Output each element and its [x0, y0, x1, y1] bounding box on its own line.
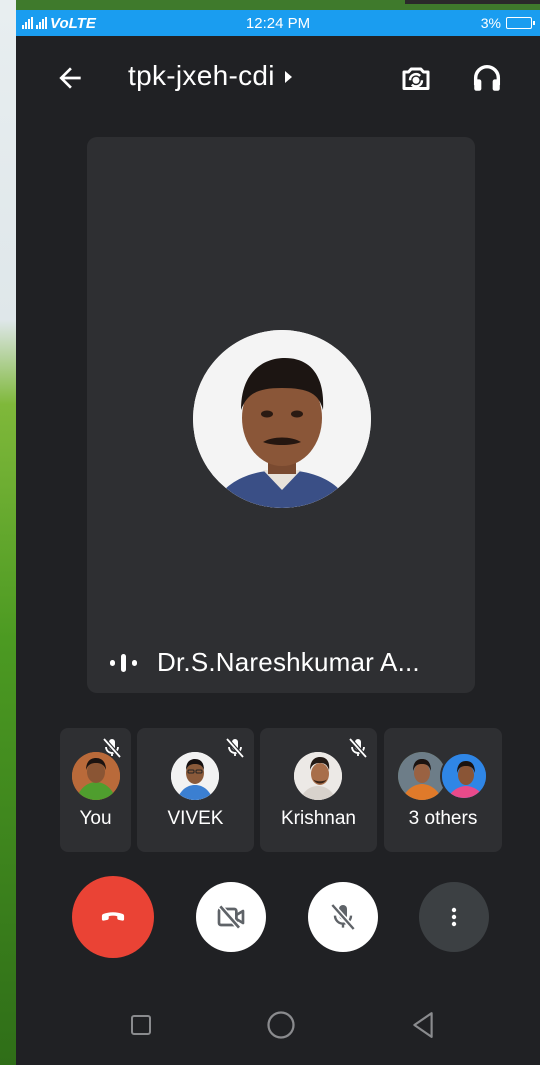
participant-name: Krishnan: [281, 808, 356, 829]
switch-camera-icon[interactable]: [398, 60, 434, 96]
main-speaker-avatar: [193, 330, 371, 508]
meeting-header: tpk-jxeh-cdi: [16, 36, 540, 120]
mic-toggle-button[interactable]: [308, 882, 378, 952]
participant-photo: [294, 752, 342, 800]
nav-back-button[interactable]: [398, 1000, 448, 1050]
participant-avatar: [398, 752, 446, 800]
meeting-code: tpk-jxeh-cdi: [128, 60, 275, 91]
camera-toggle-button[interactable]: [196, 882, 266, 952]
mic-off-icon: [225, 737, 245, 759]
more-options-button[interactable]: [419, 882, 489, 952]
participant-avatar: [72, 752, 120, 800]
signal-icon: [22, 17, 33, 29]
participant-tile-others[interactable]: 3 others: [384, 728, 502, 852]
main-speaker-name: Dr.S.Nareshkumar A...: [157, 647, 420, 677]
arrow-left-icon[interactable]: [54, 62, 86, 94]
phone-screen: VoLTE 12:24 PM 3% tpk-jxeh-cdi Dr.S.Nare…: [16, 10, 540, 1065]
participant-avatar: [294, 752, 342, 800]
phone-hangup-icon: [101, 912, 125, 921]
participant-avatar: [440, 752, 488, 800]
call-controls: [16, 876, 540, 958]
participant-name: 3 others: [408, 808, 478, 829]
status-bar: VoLTE 12:24 PM 3%: [16, 10, 540, 36]
participant-photo: [442, 754, 486, 798]
main-speaker-label: Dr.S.Nareshkumar A...: [109, 647, 420, 678]
participant-avatar: [171, 752, 219, 800]
participant-name: You: [79, 808, 112, 829]
circle-icon: [267, 1011, 295, 1039]
battery-percent: 3%: [480, 15, 501, 31]
participant-strip: You VIVEK Krishnan 3 others: [60, 728, 505, 852]
system-nav-bar: [16, 1000, 540, 1050]
participant-tile-vivek[interactable]: VIVEK: [137, 728, 254, 852]
headphones-icon[interactable]: [470, 60, 504, 96]
more-vertical-icon: [451, 907, 457, 927]
mic-off-icon: [348, 737, 368, 759]
participant-photo: [72, 752, 120, 800]
participant-photo: [398, 752, 446, 800]
signal-area: VoLTE: [22, 15, 96, 32]
meeting-title-button[interactable]: tpk-jxeh-cdi: [128, 60, 292, 92]
caret-right-icon: [284, 71, 292, 83]
mic-off-icon: [330, 903, 356, 931]
desktop-edge: [405, 0, 540, 4]
participant-tile-you[interactable]: You: [60, 728, 131, 852]
participant-tile-krishnan[interactable]: Krishnan: [260, 728, 377, 852]
speaker-photo: [193, 330, 371, 508]
signal-icon-2: [36, 17, 47, 29]
participant-name: VIVEK: [167, 808, 224, 829]
participant-photo: [171, 752, 219, 800]
recents-button[interactable]: [116, 1000, 166, 1050]
square-icon: [131, 1015, 151, 1035]
end-call-button[interactable]: [72, 876, 154, 958]
network-label: VoLTE: [50, 14, 96, 32]
home-button[interactable]: [256, 1000, 306, 1050]
desktop-background: [0, 0, 16, 1065]
battery-area: 3%: [480, 15, 535, 31]
main-speaker-tile[interactable]: Dr.S.Nareshkumar A...: [87, 137, 475, 693]
battery-icon: [506, 17, 535, 29]
video-off-icon: [217, 904, 245, 930]
triangle-back-icon: [413, 1012, 433, 1038]
speaking-indicator-icon: [110, 653, 137, 672]
